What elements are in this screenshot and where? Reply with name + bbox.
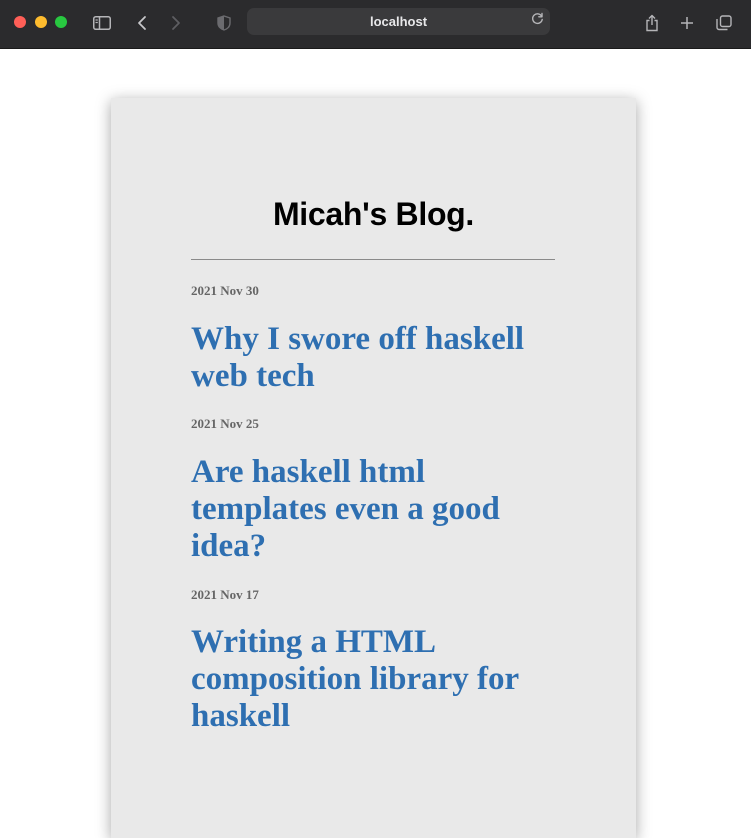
forward-chevron-glyph	[172, 16, 180, 30]
back-chevron-glyph	[138, 16, 146, 30]
address-bar-url: localhost	[369, 14, 428, 29]
back-icon[interactable]	[131, 12, 153, 34]
reload-glyph	[531, 12, 543, 25]
sidebar-icon[interactable]	[91, 12, 113, 34]
title-divider	[191, 259, 555, 260]
post-date: 2021 Nov 25	[191, 416, 259, 431]
shield-glyph	[217, 15, 231, 31]
post-title-link[interactable]: Are haskell html templates even a good i…	[191, 454, 536, 565]
address-bar[interactable]: localhost	[247, 8, 550, 35]
tabs-overview-icon[interactable]	[713, 12, 735, 34]
reload-icon[interactable]	[531, 11, 544, 32]
post-date: 2021 Nov 30	[191, 283, 259, 298]
blog-card: Micah's Blog. 2021 Nov 30 Why I swore of…	[111, 98, 636, 838]
plus-icon[interactable]	[676, 12, 698, 34]
post-date: 2021 Nov 17	[191, 587, 259, 602]
share-glyph	[646, 14, 658, 32]
post-title-link[interactable]: Writing a HTML composition library for h…	[191, 624, 536, 735]
close-window-button[interactable]	[14, 16, 26, 28]
sidebar-icon-glyph	[93, 16, 111, 30]
forward-icon[interactable]	[165, 12, 187, 34]
plus-glyph	[681, 17, 693, 29]
shield-icon[interactable]	[213, 12, 235, 34]
zoom-window-button[interactable]	[55, 16, 67, 28]
minimize-window-button[interactable]	[35, 16, 47, 28]
post-title-link[interactable]: Why I swore off haskell web tech	[191, 321, 536, 395]
share-icon[interactable]	[641, 12, 663, 34]
tabs-overview-glyph	[716, 15, 732, 31]
browser-toolbar: localhost	[0, 0, 751, 49]
blog-title[interactable]: Micah's Blog.	[111, 196, 636, 233]
